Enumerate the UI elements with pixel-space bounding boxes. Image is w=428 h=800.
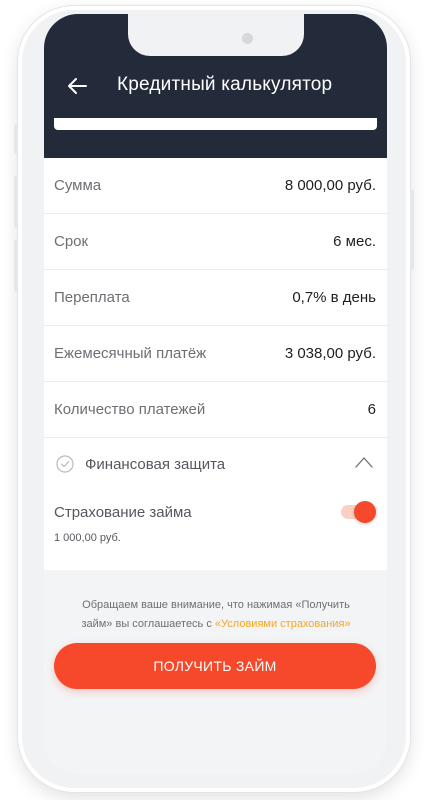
phone-side-button xyxy=(14,124,18,154)
summary-label: Сумма xyxy=(54,177,102,194)
summary-label: Переплата xyxy=(54,289,130,306)
insurance-notice: Обращаем ваше внимание, что нажимая «Пол… xyxy=(68,596,364,634)
app-screen: Кредитный калькулятор Сумма 8 000,00 руб… xyxy=(44,14,387,774)
chevron-up-icon[interactable] xyxy=(355,456,373,468)
phone-volume-up-button xyxy=(14,176,18,228)
summary-value: 3 038,00 руб. xyxy=(284,345,376,362)
insurance-amount: 1 000,00 руб. xyxy=(54,532,121,544)
page-title: Кредитный калькулятор xyxy=(117,74,333,95)
check-circle-icon xyxy=(56,455,74,473)
header-card-edge xyxy=(54,118,377,130)
phone-volume-down-button xyxy=(14,240,18,292)
arrow-left-icon[interactable] xyxy=(66,75,88,97)
insurance-toggle[interactable] xyxy=(341,500,376,524)
summary-row-monthly-payment: Ежемесячный платёж 3 038,00 руб. xyxy=(44,326,387,382)
summary-label: Ежемесячный платёж xyxy=(54,345,207,362)
phone-power-button xyxy=(410,190,414,270)
get-loan-button[interactable]: ПОЛУЧИТЬ ЗАЙМ xyxy=(54,643,376,689)
summary-label: Срок xyxy=(54,233,89,250)
summary-value: 6 мес. xyxy=(333,233,376,250)
summary-row-payments-count: Количество платежей 6 xyxy=(44,382,387,438)
toggle-knob xyxy=(354,501,376,523)
summary-row-amount: Сумма 8 000,00 руб. xyxy=(44,158,387,214)
loan-summary-card: Сумма 8 000,00 руб. Срок 6 мес. Переплат… xyxy=(44,158,387,570)
financial-protection-section: Финансовая защита Страхование займа 1 00… xyxy=(44,438,387,570)
phone-notch xyxy=(128,14,304,56)
insurance-terms-link[interactable]: «Условиями страхования» xyxy=(215,618,351,630)
summary-row-overpayment: Переплата 0,7% в день xyxy=(44,270,387,326)
financial-protection-title: Финансовая защита xyxy=(85,456,226,473)
summary-value: 8 000,00 руб. xyxy=(284,177,376,194)
camera-icon xyxy=(242,33,253,44)
insurance-label: Страхование займа xyxy=(54,504,192,521)
summary-row-term: Срок 6 мес. xyxy=(44,214,387,270)
summary-value: 0,7% в день xyxy=(292,289,376,306)
summary-label: Количество платежей xyxy=(54,401,206,418)
summary-value: 6 xyxy=(367,401,376,418)
